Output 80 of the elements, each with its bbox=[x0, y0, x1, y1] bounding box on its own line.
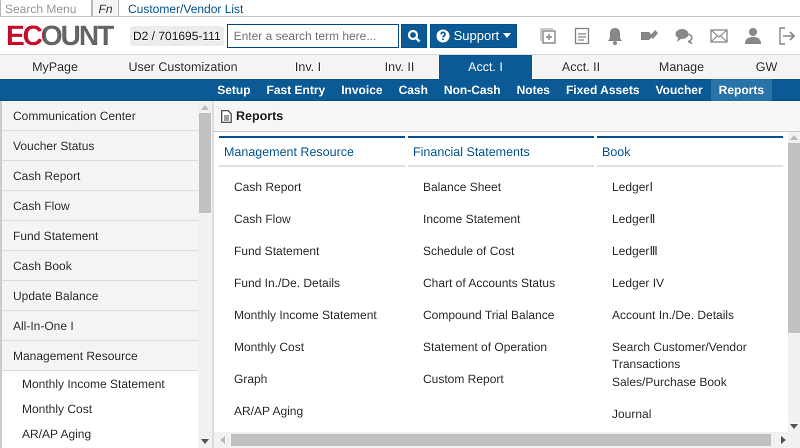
report-link[interactable]: LedgerⅠ bbox=[597, 173, 783, 205]
bell-icon[interactable] bbox=[607, 26, 624, 44]
customer-vendor-link[interactable]: Customer/Vendor List bbox=[128, 2, 244, 16]
search-button[interactable] bbox=[400, 24, 427, 48]
column-heading: Financial Statements bbox=[408, 136, 594, 167]
support-button[interactable]: Support bbox=[430, 24, 518, 48]
report-link[interactable]: Statement of Operation bbox=[408, 333, 594, 365]
report-link[interactable]: AR/AP Aging bbox=[219, 397, 405, 429]
report-link[interactable]: LedgerⅢ bbox=[597, 237, 783, 269]
scrollbar[interactable] bbox=[788, 132, 800, 432]
sidebar-item[interactable]: Voucher Status bbox=[2, 131, 198, 161]
module-tab[interactable]: Acct. II bbox=[532, 55, 630, 79]
report-link[interactable]: Search Customer/Vendor Transactions bbox=[597, 333, 783, 368]
report-link[interactable]: Income Statement bbox=[408, 205, 594, 237]
company-code: D2 / 701695-111 bbox=[130, 26, 224, 46]
report-link[interactable]: Journal bbox=[597, 400, 783, 432]
mail-icon[interactable] bbox=[710, 28, 728, 42]
chat-icon[interactable] bbox=[675, 27, 694, 44]
column-heading: Management Resource bbox=[219, 136, 405, 167]
module-tab[interactable]: Acct. I bbox=[439, 55, 532, 79]
caret-icon bbox=[503, 33, 512, 38]
sidebar-item[interactable]: Cash Flow bbox=[2, 191, 198, 221]
submenu-tab[interactable]: Reports bbox=[710, 79, 772, 101]
report-link[interactable]: Compound Trial Balance bbox=[408, 301, 594, 333]
report-link[interactable]: Cash Flow bbox=[219, 205, 405, 237]
scroll-down-icon[interactable] bbox=[790, 424, 798, 429]
module-tab[interactable]: User Customization bbox=[110, 55, 256, 79]
sidebar-item[interactable]: Communication Center bbox=[2, 101, 198, 131]
report-link[interactable]: Fund Statement bbox=[219, 237, 405, 269]
sidebar-item[interactable]: Cash Report bbox=[2, 161, 198, 191]
report-link[interactable]: Ledger IV bbox=[597, 269, 783, 301]
submenu-tab[interactable]: Notes bbox=[508, 79, 558, 101]
menu-search-field[interactable]: Search Menu bbox=[0, 0, 92, 16]
module-tab[interactable]: Manage bbox=[630, 55, 733, 79]
report-link[interactable]: Monthly Income Statement bbox=[219, 301, 405, 333]
logout-icon[interactable] bbox=[778, 26, 796, 44]
submenu-tab[interactable]: Cash bbox=[390, 79, 436, 101]
submenu-tab[interactable]: Voucher bbox=[648, 79, 711, 101]
report-link[interactable]: Sales/Purchase Book bbox=[597, 368, 783, 400]
report-link[interactable]: Balance Sheet bbox=[408, 173, 594, 205]
submenu-tab[interactable]: Fast Entry bbox=[258, 79, 334, 101]
scroll-right-icon[interactable] bbox=[781, 436, 786, 444]
scroll-thumb[interactable] bbox=[199, 113, 212, 213]
fn-button[interactable]: Fn bbox=[92, 0, 119, 16]
module-tab[interactable]: Inv. I bbox=[256, 55, 360, 79]
sidebar-item[interactable]: Fund Statement bbox=[2, 221, 198, 251]
sidebar-item[interactable]: All-In-One I bbox=[2, 311, 198, 341]
report-link[interactable]: LedgerⅡ bbox=[597, 205, 783, 237]
scrollbar[interactable] bbox=[198, 101, 212, 448]
note-icon[interactable] bbox=[574, 26, 590, 44]
sidebar-item[interactable]: Cash Book bbox=[2, 251, 198, 281]
submenu-tab[interactable]: Invoice bbox=[333, 79, 391, 101]
search-field[interactable]: Enter a search term here... bbox=[226, 24, 399, 48]
report-link[interactable]: Cash Report bbox=[219, 173, 405, 205]
sidebar-item[interactable]: Management Resource bbox=[2, 341, 198, 371]
section-title: Reports bbox=[236, 109, 284, 123]
document-icon bbox=[221, 110, 232, 122]
report-link[interactable]: Fund In./De. Details bbox=[219, 269, 405, 301]
horizontal-scrollbar[interactable] bbox=[214, 432, 800, 448]
submenu-tab[interactable]: Non-Cash bbox=[436, 79, 509, 101]
scroll-thumb[interactable] bbox=[231, 434, 771, 446]
column-heading: Book bbox=[597, 136, 783, 167]
user-icon[interactable] bbox=[745, 27, 762, 44]
module-tab[interactable]: GW bbox=[733, 55, 800, 79]
module-tab[interactable]: MyPage bbox=[0, 55, 110, 79]
submenu-tab[interactable]: Setup bbox=[209, 79, 259, 101]
submenu-tab[interactable]: Fixed Assets bbox=[558, 79, 648, 101]
module-tab[interactable]: Inv. II bbox=[360, 55, 439, 79]
sidebar-item[interactable]: Update Balance bbox=[2, 281, 198, 311]
scroll-thumb[interactable] bbox=[788, 143, 800, 333]
report-link[interactable]: Graph bbox=[219, 365, 405, 397]
new-window-icon[interactable] bbox=[539, 26, 558, 44]
scroll-down-icon[interactable] bbox=[201, 439, 210, 444]
report-link[interactable]: Schedule of Cost bbox=[408, 237, 594, 269]
report-link[interactable]: Monthly Cost bbox=[219, 333, 405, 365]
report-link[interactable]: Chart of Accounts Status bbox=[408, 269, 594, 301]
help-icon bbox=[436, 28, 450, 42]
report-link[interactable]: Custom Report bbox=[408, 365, 594, 397]
search-icon bbox=[406, 28, 421, 42]
report-link[interactable]: Account In./De. Details bbox=[597, 301, 783, 333]
